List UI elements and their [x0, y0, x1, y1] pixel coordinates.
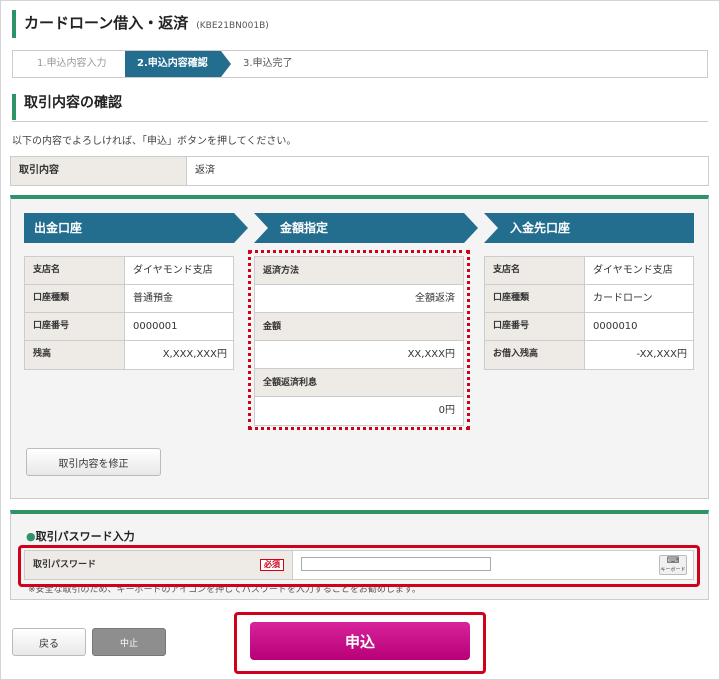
- row-label: お借入残高: [485, 341, 585, 369]
- row-value: 0000001: [133, 321, 178, 332]
- table-row: 口座番号 0000001: [25, 313, 233, 341]
- deposit-heading: 入金先口座: [484, 213, 694, 243]
- instruction-text: 以下の内容でよろしければ、「申込」ボタンを押してください。: [12, 136, 297, 147]
- bullet-icon: ●: [26, 530, 36, 543]
- password-title-text: 取引パスワード入力: [35, 530, 135, 543]
- screen-code: (KBE21BN001B): [196, 21, 269, 31]
- withdraw-heading: 出金口座: [24, 213, 248, 243]
- row-value: -XX,XXX円: [636, 349, 687, 360]
- transaction-summary: 取引内容 返済: [10, 156, 709, 186]
- row-value: ダイヤモンド支店: [133, 265, 213, 276]
- withdraw-heading-text: 出金口座: [34, 221, 83, 235]
- password-title: ●取引パスワード入力: [26, 528, 135, 544]
- withdraw-table: 支店名 ダイヤモンド支店 口座種類 普通預金 口座番号 0000001 残高 X,XXX…: [24, 256, 234, 370]
- table-row: 口座種類 カードローン: [485, 285, 693, 313]
- row-label: 口座種類: [485, 285, 585, 312]
- summary-value: 返済: [195, 165, 215, 176]
- modify-transaction-button[interactable]: 取引内容を修正: [26, 448, 161, 476]
- table-row: 口座番号 0000010: [485, 313, 693, 341]
- step-confirm: 2.申込内容確認: [125, 51, 231, 77]
- row-value: ダイヤモンド支店: [593, 265, 673, 276]
- table-row: お借入残高 -XX,XXX円: [485, 341, 693, 369]
- row-label: 支店名: [485, 257, 585, 284]
- page-title: カードローン借入・返済 (KBE21BN001B): [12, 10, 708, 38]
- row-label: 口座番号: [485, 313, 585, 340]
- password-highlight: [18, 545, 700, 587]
- section-title: 取引内容の確認: [12, 94, 708, 120]
- row-value: 0000010: [593, 321, 638, 332]
- progress-steps: 1.申込内容入力 2.申込内容確認 3.申込完了: [12, 50, 708, 78]
- section-divider: [12, 121, 708, 122]
- submit-button[interactable]: 申込: [250, 622, 470, 660]
- table-row: 支店名 ダイヤモンド支店: [485, 257, 693, 285]
- cancel-button[interactable]: 中止: [92, 628, 166, 656]
- table-row: 口座種類 普通預金: [25, 285, 233, 313]
- amount-heading-text: 金額指定: [280, 221, 329, 235]
- amount-highlight: [248, 250, 470, 430]
- step-input: 1.申込内容入力: [37, 58, 107, 69]
- row-value: カードローン: [593, 293, 653, 304]
- row-value: X,XXX,XXX円: [162, 349, 227, 360]
- table-row: 残高 X,XXX,XXX円: [25, 341, 233, 369]
- summary-label: 取引内容: [11, 157, 187, 185]
- page-title-text: カードローン借入・返済: [24, 14, 189, 32]
- row-value: 普通預金: [133, 293, 173, 304]
- row-label: 残高: [25, 341, 125, 369]
- row-label: 支店名: [25, 257, 125, 284]
- deposit-table: 支店名 ダイヤモンド支店 口座種類 カードローン 口座番号 0000010 お借入残高…: [484, 256, 694, 370]
- row-label: 口座番号: [25, 313, 125, 340]
- step-complete: 3.申込完了: [243, 58, 293, 69]
- back-button[interactable]: 戻る: [12, 628, 86, 656]
- row-label: 口座種類: [25, 285, 125, 312]
- amount-heading: 金額指定: [254, 213, 478, 243]
- table-row: 支店名 ダイヤモンド支店: [25, 257, 233, 285]
- deposit-heading-text: 入金先口座: [510, 221, 571, 235]
